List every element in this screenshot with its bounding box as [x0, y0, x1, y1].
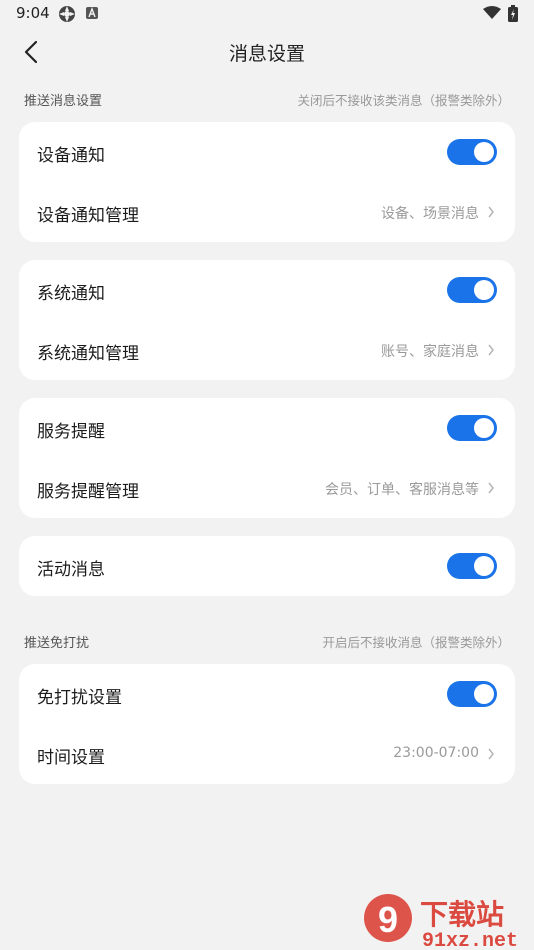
dnd-time-row[interactable]: 时间设置 23:00-07:00 [19, 724, 515, 784]
watermark-text: 下载站 [420, 898, 504, 931]
activity-message-toggle[interactable] [447, 553, 497, 579]
toggle-knob [474, 418, 494, 438]
service-reminder-manage-row[interactable]: 服务提醒管理 会员、订单、客服消息等 [19, 458, 515, 518]
toggle-knob [474, 684, 494, 704]
svg-text:9: 9 [378, 899, 398, 940]
device-notification-label: 设备通知 [37, 146, 105, 166]
app-notification-icon [59, 6, 75, 22]
status-bar: 9:04 [0, 0, 534, 28]
device-notification-toggle[interactable] [447, 139, 497, 165]
page-title: 消息设置 [228, 43, 305, 65]
dnd-section-note: 开启后不接收消息（报警类除外） [322, 635, 510, 650]
activity-message-card: 活动消息 [19, 536, 515, 596]
dnd-time-value: 23:00-07:00 [393, 745, 479, 761]
dnd-toggle[interactable] [447, 681, 497, 707]
system-notification-row: 系统通知 [19, 260, 515, 320]
system-notification-label: 系统通知 [37, 284, 105, 304]
device-notification-manage-value: 设备、场景消息 [381, 206, 479, 222]
device-notification-row: 设备通知 [19, 122, 515, 182]
status-time: 9:04 [16, 4, 50, 22]
system-notification-toggle[interactable] [447, 277, 497, 303]
chevron-right-icon [488, 748, 494, 760]
service-reminder-card: 服务提醒 服务提醒管理 会员、订单、客服消息等 [19, 398, 515, 518]
chevron-right-icon [488, 482, 494, 494]
toggle-knob [474, 142, 494, 162]
system-notification-manage-row[interactable]: 系统通知管理 账号、家庭消息 [19, 320, 515, 380]
service-reminder-manage-label: 服务提醒管理 [37, 482, 139, 502]
dnd-time-label: 时间设置 [37, 748, 105, 768]
push-section-note: 关闭后不接收该类消息（报警类除外） [297, 93, 510, 108]
system-notification-manage-label: 系统通知管理 [37, 344, 139, 364]
wifi-icon [483, 6, 501, 19]
activity-message-row: 活动消息 [19, 536, 515, 596]
dnd-section-title: 推送免打扰 [24, 636, 90, 651]
toggle-knob [474, 280, 494, 300]
nav-bar: 消息设置 [0, 28, 534, 76]
service-reminder-row: 服务提醒 [19, 398, 515, 458]
battery-icon [508, 5, 518, 22]
device-notification-manage-label: 设备通知管理 [37, 206, 139, 226]
dnd-section-header: 推送免打扰 开启后不接收消息（报警类除外） [24, 632, 510, 652]
chevron-right-icon [488, 344, 494, 356]
activity-message-label: 活动消息 [37, 560, 105, 580]
device-notification-manage-row[interactable]: 设备通知管理 设备、场景消息 [19, 182, 515, 242]
dnd-row: 免打扰设置 [19, 664, 515, 724]
service-reminder-manage-value: 会员、订单、客服消息等 [325, 482, 479, 498]
device-notification-card: 设备通知 设备通知管理 设备、场景消息 [19, 122, 515, 242]
system-notification-card: 系统通知 系统通知管理 账号、家庭消息 [19, 260, 515, 380]
push-section-title: 推送消息设置 [24, 94, 103, 109]
watermark-url: 91xz.net [422, 930, 518, 950]
watermark-logo: 9 下载站 91xz.net [364, 894, 518, 950]
service-reminder-toggle[interactable] [447, 415, 497, 441]
system-notification-manage-value: 账号、家庭消息 [381, 344, 479, 360]
service-reminder-label: 服务提醒 [37, 422, 105, 442]
push-section-header: 推送消息设置 关闭后不接收该类消息（报警类除外） [24, 90, 510, 110]
dnd-card: 免打扰设置 时间设置 23:00-07:00 [19, 664, 515, 784]
chevron-right-icon [488, 206, 494, 218]
keyboard-icon [86, 7, 98, 19]
toggle-knob [474, 556, 494, 576]
dnd-label: 免打扰设置 [37, 688, 122, 708]
